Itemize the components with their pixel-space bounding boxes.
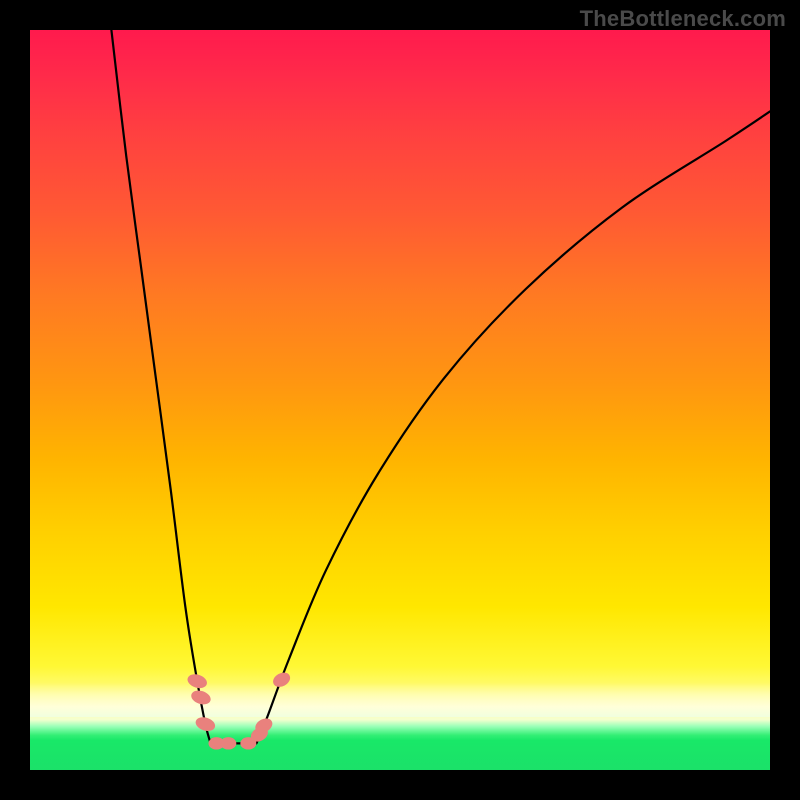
marker-dot	[271, 670, 293, 690]
right-branch-line	[256, 111, 770, 743]
left-branch-line	[111, 30, 210, 743]
marker-dot	[220, 737, 236, 749]
marker-dot	[189, 688, 212, 707]
marker-dot	[186, 672, 209, 691]
curves-layer	[30, 30, 770, 770]
chart-frame: TheBottleneck.com	[0, 0, 800, 800]
plot-area	[30, 30, 770, 770]
watermark-text: TheBottleneck.com	[580, 6, 786, 32]
marker-dot	[194, 715, 217, 734]
